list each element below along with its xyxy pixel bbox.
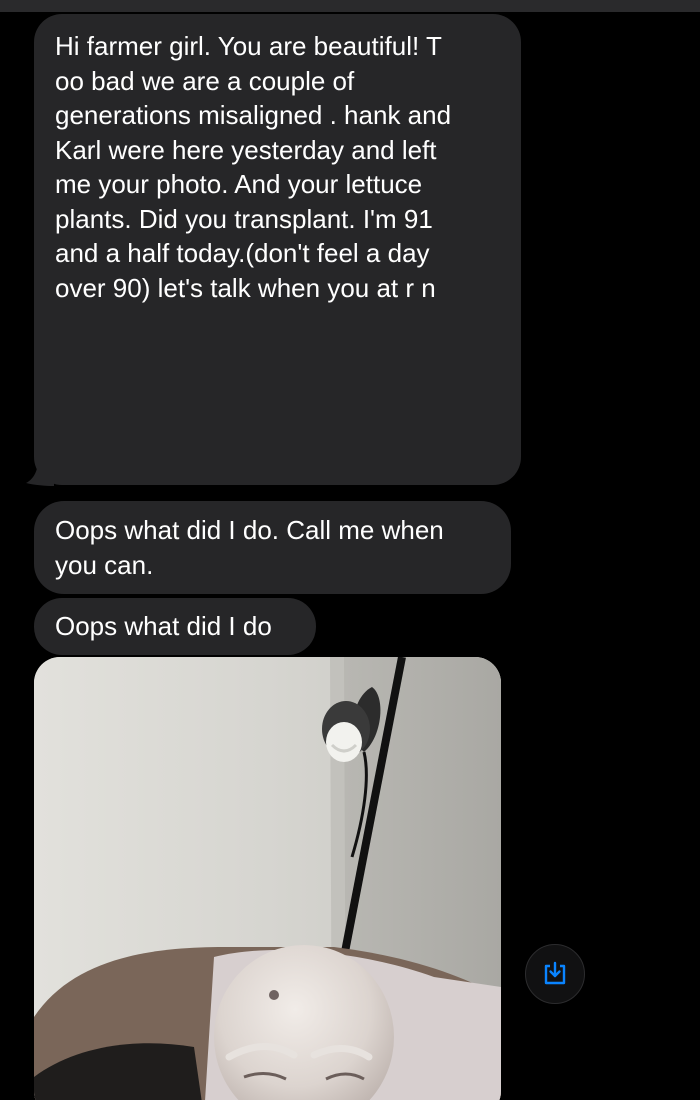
message-bubble[interactable]: Oops what did I do. Call me when you can… <box>34 501 511 594</box>
bubble-tail <box>26 446 54 486</box>
save-button[interactable] <box>525 944 585 1004</box>
selfie-photo <box>34 657 501 1100</box>
message-bubble[interactable]: Hi farmer girl. You are beautiful! T oo … <box>34 14 521 485</box>
message-bubble[interactable]: Oops what did I do <box>34 598 316 655</box>
top-edge <box>0 0 700 12</box>
photo-message[interactable] <box>34 657 501 1100</box>
save-download-icon <box>544 961 566 985</box>
